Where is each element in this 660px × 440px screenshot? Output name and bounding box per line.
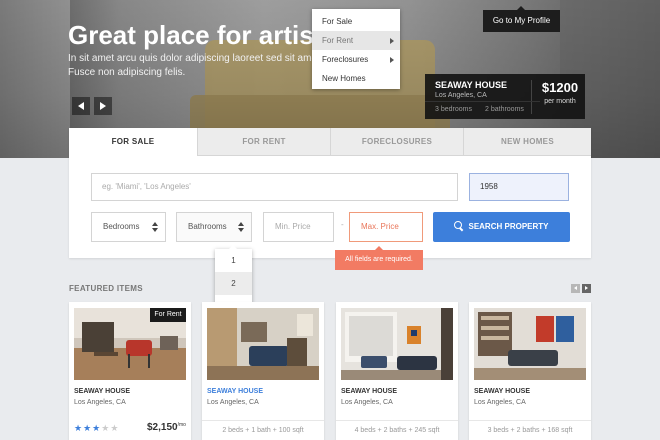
- year-input[interactable]: 1958: [469, 173, 569, 201]
- hero-prev-button[interactable]: [72, 97, 90, 115]
- bathrooms-option-1[interactable]: 1: [215, 249, 252, 272]
- hero-title: Great place for artists: [68, 20, 337, 50]
- star-empty-icon: ★: [101, 423, 111, 433]
- chevron-left-icon: [78, 102, 84, 110]
- property-name[interactable]: SEAWAY HOUSE: [207, 388, 263, 395]
- validation-error-tooltip: All fields are required.: [335, 246, 423, 270]
- property-card[interactable]: SEAWAY HOUSE Los Angeles, CA 3 beds + 2 …: [469, 302, 591, 440]
- hero-subtitle: In sit amet arcu quis dolor adipiscing l…: [68, 53, 345, 78]
- caret-right-icon: [390, 57, 394, 63]
- min-price-input[interactable]: Min. Price: [263, 212, 334, 242]
- tab-for-sale[interactable]: FOR SALE: [69, 128, 197, 156]
- for-rent-tag: For Rent: [150, 308, 186, 322]
- price-separator: -: [341, 220, 344, 229]
- property-specs: 4 beds + 2 baths + 245 sqft: [336, 420, 458, 440]
- menu-item-label: For Sale: [322, 17, 353, 26]
- banner-property-location: Los Angeles, CA: [435, 92, 487, 99]
- chevron-left-icon: [574, 286, 577, 290]
- bathrooms-select-label: Bathrooms: [188, 222, 227, 231]
- price-unit: /mo: [177, 422, 186, 428]
- property-name[interactable]: SEAWAY HOUSE: [74, 388, 130, 395]
- featured-prev-button[interactable]: [571, 284, 580, 293]
- search-property-button[interactable]: SEARCH PROPERTY: [433, 212, 570, 242]
- location-input[interactable]: eg. 'Miami', 'Los Angeles': [91, 173, 458, 201]
- property-price: $2,150/mo: [147, 422, 186, 433]
- property-name[interactable]: SEAWAY HOUSE: [341, 388, 397, 395]
- property-location: Los Angeles, CA: [474, 399, 526, 406]
- max-price-input[interactable]: Max. Price: [349, 212, 423, 242]
- menu-item-label: Foreclosures: [322, 55, 369, 64]
- menu-item-for-rent[interactable]: For Rent: [312, 31, 400, 50]
- chevron-right-icon: [100, 102, 106, 110]
- property-specs: 3 beds + 2 baths + 168 sqft: [469, 420, 591, 440]
- property-card[interactable]: SEAWAY HOUSE Los Angeles, CA 4 beds + 2 …: [336, 302, 458, 440]
- banner-specs: 3 bedrooms 2 bathrooms: [425, 101, 540, 119]
- property-location: Los Angeles, CA: [207, 399, 259, 406]
- star-filled-icon: ★: [92, 423, 102, 433]
- featured-items-title: FEATURED ITEMS: [69, 284, 143, 293]
- hero-next-button[interactable]: [94, 97, 112, 115]
- banner-price-period: per month: [544, 98, 576, 105]
- featured-next-button[interactable]: [582, 284, 591, 293]
- property-name[interactable]: SEAWAY HOUSE: [474, 388, 530, 395]
- sort-arrows-icon: [238, 222, 244, 232]
- tab-new-homes[interactable]: NEW HOMES: [463, 128, 591, 156]
- profile-button[interactable]: Go to My Profile: [483, 6, 560, 32]
- property-card[interactable]: For Rent SEAWAY HOUSE Los Angeles, CA ★★…: [69, 302, 191, 440]
- property-photo[interactable]: [341, 308, 453, 380]
- banner-property-name: SEAWAY HOUSE: [435, 80, 508, 90]
- banner-bathrooms: 2 bathrooms: [485, 106, 524, 113]
- caret-right-icon: [390, 38, 394, 44]
- bedrooms-select[interactable]: Bedrooms: [91, 212, 166, 242]
- menu-item-for-sale[interactable]: For Sale: [312, 12, 400, 31]
- star-filled-icon: ★: [74, 423, 84, 433]
- sort-arrows-icon: [152, 222, 158, 232]
- banner-bedrooms: 3 bedrooms: [435, 106, 472, 113]
- star-empty-icon: ★: [110, 423, 120, 433]
- property-location: Los Angeles, CA: [341, 399, 393, 406]
- menu-item-label: New Homes: [322, 74, 366, 83]
- search-panel: FOR SALE FOR RENT FORECLOSURES NEW HOMES…: [69, 128, 591, 258]
- rating-stars: ★★★★★: [74, 423, 119, 434]
- price-value: $2,150: [147, 422, 178, 433]
- main-nav-dropdown: For Sale For Rent Foreclosures New Homes: [312, 9, 400, 89]
- bedrooms-select-label: Bedrooms: [103, 222, 140, 231]
- menu-item-new-homes[interactable]: New Homes: [312, 69, 400, 88]
- banner-price: $1200: [541, 80, 579, 95]
- property-specs: 2 beds + 1 bath + 100 sqft: [202, 420, 324, 440]
- property-card[interactable]: SEAWAY HOUSE Los Angeles, CA 2 beds + 1 …: [202, 302, 324, 440]
- menu-item-foreclosures[interactable]: Foreclosures: [312, 50, 400, 69]
- property-location: Los Angeles, CA: [74, 399, 126, 406]
- menu-item-label: For Rent: [322, 36, 354, 45]
- search-button-label: SEARCH PROPERTY: [468, 222, 549, 231]
- tab-foreclosures[interactable]: FORECLOSURES: [330, 128, 463, 156]
- property-photo[interactable]: [207, 308, 319, 380]
- search-tabs: FOR SALE FOR RENT FORECLOSURES NEW HOMES: [69, 128, 591, 156]
- star-filled-icon: ★: [83, 423, 93, 433]
- property-photo[interactable]: [474, 308, 586, 380]
- tab-for-rent[interactable]: FOR RENT: [197, 128, 330, 156]
- bathrooms-option-2[interactable]: 2: [215, 272, 252, 295]
- bathrooms-select[interactable]: Bathrooms: [176, 212, 252, 242]
- search-icon: [454, 221, 463, 230]
- chevron-right-icon: [585, 286, 588, 290]
